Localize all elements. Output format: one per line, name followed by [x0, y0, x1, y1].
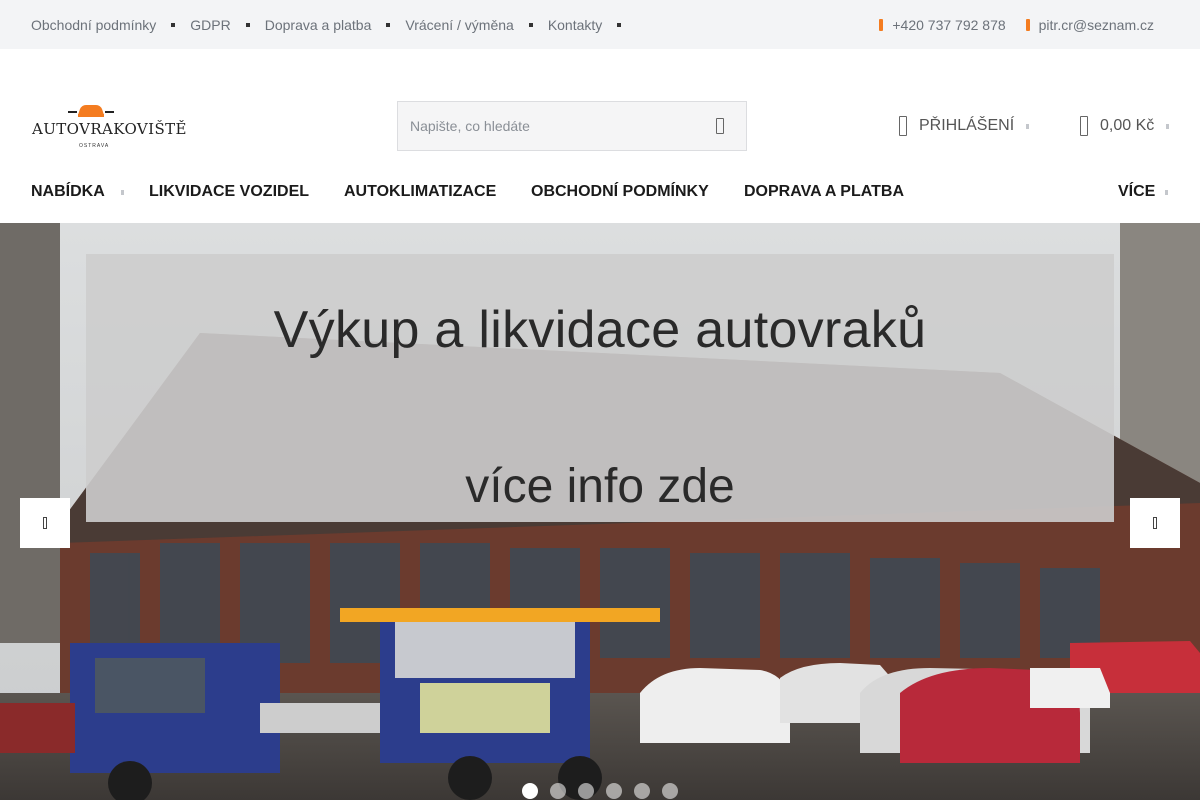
- nav-item-air-conditioning[interactable]: AUTOKLIMATIZACE: [344, 183, 496, 201]
- hero-banner[interactable]: Výkup a likvidace autovraků více info zd…: [0, 223, 1200, 800]
- search-box: [397, 101, 747, 151]
- chevron-down-icon: [1166, 123, 1170, 129]
- chevron-down-icon: [1165, 190, 1168, 195]
- chevron-left-icon: [43, 517, 47, 529]
- nav-item-shipping[interactable]: DOPRAVA A PLATBA: [744, 183, 904, 201]
- top-link-shipping[interactable]: Doprava a platba: [265, 17, 406, 33]
- search-icon: [716, 118, 724, 134]
- user-icon: [899, 116, 907, 136]
- slider-dots: [522, 783, 690, 799]
- slider-dot[interactable]: [578, 783, 594, 799]
- logo-subtext: OSTRAVA: [79, 143, 110, 149]
- top-link-gdpr[interactable]: GDPR: [190, 17, 264, 33]
- main-nav: NABÍDKA LIKVIDACE VOZIDEL AUTOKLIMATIZAC…: [0, 171, 1200, 215]
- top-link-terms[interactable]: Obchodní podmínky: [31, 17, 190, 33]
- login-link[interactable]: PŘIHLÁŠENÍ: [899, 113, 1030, 139]
- email-link[interactable]: pitr.cr@seznam.cz: [1025, 16, 1154, 33]
- search-button[interactable]: [694, 102, 746, 150]
- email-address: pitr.cr@seznam.cz: [1038, 16, 1154, 33]
- cart-total: 0,00 Kč: [1100, 117, 1155, 134]
- nav-item-terms[interactable]: OBCHODNÍ PODMÍNKY: [531, 183, 709, 201]
- separator-icon: [617, 22, 622, 27]
- slider-dot[interactable]: [634, 783, 650, 799]
- car-logo-icon: [68, 105, 114, 117]
- phone-link[interactable]: +420 737 792 878: [879, 16, 1006, 33]
- nav-item-more[interactable]: VÍCE: [1118, 183, 1155, 201]
- nav-item-offer[interactable]: NABÍDKA: [31, 183, 105, 201]
- chevron-down-icon: [121, 190, 124, 195]
- slider-next-button[interactable]: [1130, 498, 1180, 548]
- top-link-returns[interactable]: Vrácení / výměna: [405, 17, 547, 33]
- top-link-label: Obchodní podmínky: [31, 16, 157, 33]
- login-label: PŘIHLÁŠENÍ: [919, 117, 1015, 134]
- top-link-label: Doprava a platba: [264, 16, 372, 33]
- top-link-contacts[interactable]: Kontakty: [548, 17, 636, 33]
- separator-icon: [171, 22, 176, 27]
- top-link-label: Kontakty: [547, 16, 603, 33]
- mail-icon: [1025, 18, 1030, 31]
- slider-dot[interactable]: [550, 783, 566, 799]
- slider-dot[interactable]: [662, 783, 678, 799]
- banner-text-panel[interactable]: Výkup a likvidace autovraků více info zd…: [86, 254, 1114, 522]
- top-links: Obchodní podmínky GDPR Doprava a platba …: [31, 0, 636, 49]
- slider-dot[interactable]: [606, 783, 622, 799]
- slider-prev-button[interactable]: [20, 498, 70, 548]
- top-link-label: Vrácení / výměna: [405, 16, 514, 33]
- logo-text: AUTOVRAKOVIŠTĚ: [32, 120, 187, 138]
- separator-icon: [528, 22, 533, 27]
- phone-number: +420 737 792 878: [892, 16, 1006, 33]
- separator-icon: [245, 22, 250, 27]
- banner-subline[interactable]: více info zde: [86, 459, 1114, 514]
- top-contact: +420 737 792 878 pitr.cr@seznam.cz: [859, 0, 1154, 49]
- slider-dot[interactable]: [522, 783, 538, 799]
- top-link-label: GDPR: [190, 16, 231, 33]
- chevron-down-icon: [1026, 123, 1030, 129]
- phone-icon: [879, 18, 884, 31]
- chevron-right-icon: [1153, 517, 1157, 529]
- banner-headline: Výkup a likvidace autovraků: [273, 301, 927, 359]
- search-input[interactable]: [398, 102, 694, 150]
- separator-icon: [386, 22, 391, 27]
- cart-link[interactable]: 0,00 Kč: [1080, 113, 1170, 139]
- top-bar: Obchodní podmínky GDPR Doprava a platba …: [0, 0, 1200, 49]
- nav-item-vehicle-disposal[interactable]: LIKVIDACE VOZIDEL: [149, 183, 309, 201]
- site-logo[interactable]: AUTOVRAKOVIŠTĚ OSTRAVA: [32, 103, 187, 151]
- cart-icon: [1080, 116, 1088, 136]
